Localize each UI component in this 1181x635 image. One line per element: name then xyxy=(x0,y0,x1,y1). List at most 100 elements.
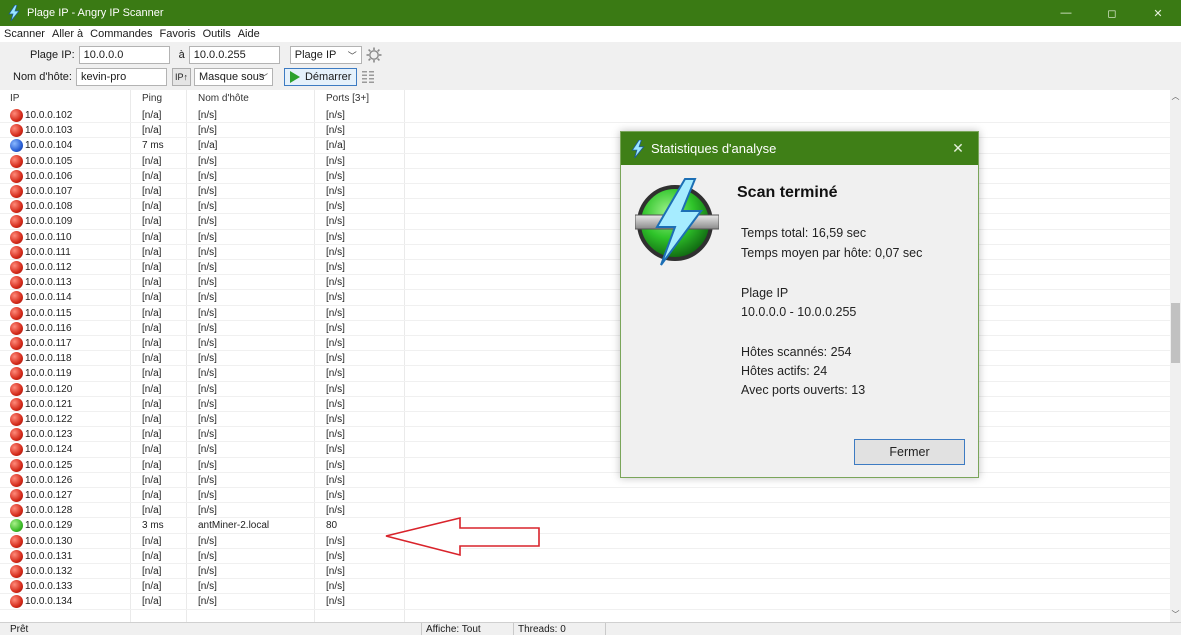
column-header-ping[interactable]: Ping xyxy=(130,93,186,104)
ip-text: 10.0.0.116 xyxy=(25,322,72,334)
ip-cell: 10.0.0.113 xyxy=(0,276,130,290)
vertical-scrollbar[interactable]: ︿ ﹀ xyxy=(1170,90,1181,622)
table-row[interactable]: 10.0.0.113 [n/a] [n/s] [n/s] xyxy=(0,275,1170,291)
chevron-down-icon[interactable]: ﹀ xyxy=(1170,610,1181,620)
table-row[interactable]: 10.0.0.102 [n/a] [n/s] [n/s] xyxy=(0,108,1170,124)
table-row[interactable]: 10.0.0.111 [n/a] [n/s] [n/s] xyxy=(0,245,1170,260)
table-row[interactable]: 10.0.0.133 [n/a] [n/s] [n/s] xyxy=(0,579,1170,595)
ip-cell: 10.0.0.123 xyxy=(0,428,130,442)
table-row[interactable]: 10.0.0.121 [n/a] [n/s] [n/s] xyxy=(0,397,1170,412)
chevron-up-icon[interactable]: ︿ xyxy=(1170,92,1181,102)
status-dot-icon xyxy=(10,321,23,335)
ip-text: 10.0.0.123 xyxy=(25,429,73,441)
ports-cell: [n/s] xyxy=(326,566,345,578)
ip-cell: 10.0.0.111 xyxy=(0,245,130,259)
start-button[interactable]: Démarrer xyxy=(283,68,358,86)
close-button[interactable]: Fermer xyxy=(854,439,965,465)
ports-cell: [n/s] xyxy=(326,216,345,228)
table-row[interactable]: 10.0.0.108 [n/a] [n/s] [n/s] xyxy=(0,199,1170,215)
table-row[interactable]: 10.0.0.110 [n/a] [n/s] [n/s] xyxy=(0,230,1170,245)
netmask-select-value: Masque sous xyxy=(198,71,265,83)
menu-goto[interactable]: Aller à xyxy=(48,28,86,40)
table-row[interactable]: 10.0.0.123 [n/a] [n/s] [n/s] xyxy=(0,427,1170,443)
table-row[interactable]: 10.0.0.105 [n/a] [n/s] [n/s] xyxy=(0,154,1170,169)
range-start-input[interactable] xyxy=(78,46,170,64)
table-row[interactable]: 10.0.0.129 3 ms antMiner-2.local 80 xyxy=(0,518,1170,534)
ports-cell: [n/s] xyxy=(326,353,345,365)
hostname-input[interactable] xyxy=(75,68,167,86)
feeder-select[interactable]: Plage IP ﹀ xyxy=(289,46,362,64)
table-row[interactable]: 10.0.0.132 [n/a] [n/s] [n/s] xyxy=(0,564,1170,580)
status-dot-icon xyxy=(10,458,23,472)
hostname-cell: [n/s] xyxy=(198,535,217,547)
ping-cell: [n/a] xyxy=(142,338,162,350)
range-end-input[interactable] xyxy=(188,46,280,64)
table-row[interactable]: 10.0.0.120 [n/a] [n/s] [n/s] xyxy=(0,382,1170,397)
ip-cell: 10.0.0.133 xyxy=(0,580,130,594)
ip-text: 10.0.0.105 xyxy=(25,155,73,167)
hostname-cell: [n/s] xyxy=(198,505,217,517)
ip-text: 10.0.0.112 xyxy=(25,262,72,274)
table-row[interactable]: 10.0.0.104 7 ms [n/a] [n/a] xyxy=(0,138,1170,154)
table-row[interactable]: 10.0.0.130 [n/a] [n/s] [n/s] xyxy=(0,534,1170,549)
table-row[interactable]: 10.0.0.128 [n/a] [n/s] [n/s] xyxy=(0,503,1170,519)
hosts-open-ports-text: Avec ports ouverts: 13 xyxy=(741,383,866,397)
table-row[interactable]: 10.0.0.115 [n/a] [n/s] [n/s] xyxy=(0,306,1170,321)
ping-cell: [n/a] xyxy=(142,186,162,198)
ports-cell: [n/s] xyxy=(326,322,345,334)
maximize-button[interactable]: ◻ xyxy=(1089,0,1135,26)
hostname-row: Nom d'hôte: IP↑ Masque sous ﹀ Démarrer xyxy=(0,66,375,88)
table-row[interactable]: 10.0.0.116 [n/a] [n/s] [n/s] xyxy=(0,321,1170,336)
table-row[interactable]: 10.0.0.131 [n/a] [n/s] [n/s] xyxy=(0,549,1170,564)
chevron-down-icon: ﹀ xyxy=(347,51,357,61)
table-row[interactable]: 10.0.0.119 [n/a] [n/s] [n/s] xyxy=(0,366,1170,382)
ports-cell: [n/s] xyxy=(326,231,345,243)
window-title: Plage IP - Angry IP Scanner xyxy=(27,7,164,19)
table-row[interactable]: 10.0.0.124 [n/a] [n/s] [n/s] xyxy=(0,442,1170,458)
table-row[interactable]: 10.0.0.103 [n/a] [n/s] [n/s] xyxy=(0,123,1170,139)
ip-cell: 10.0.0.107 xyxy=(0,185,130,199)
menu-scanner[interactable]: Scanner xyxy=(0,28,48,40)
ip-cell: 10.0.0.121 xyxy=(0,397,130,411)
table-row[interactable]: 10.0.0.106 [n/a] [n/s] [n/s] xyxy=(0,169,1170,184)
table-row[interactable]: 10.0.0.126 [n/a] [n/s] [n/s] xyxy=(0,473,1170,488)
ip-up-button[interactable]: IP↑ xyxy=(171,68,191,86)
menu-tools[interactable]: Outils xyxy=(199,28,234,40)
table-row[interactable]: 10.0.0.112 [n/a] [n/s] [n/s] xyxy=(0,260,1170,276)
status-dot-icon xyxy=(10,473,23,487)
ping-cell: [n/a] xyxy=(142,170,162,182)
table-row[interactable]: 10.0.0.107 [n/a] [n/s] [n/s] xyxy=(0,184,1170,200)
netmask-select[interactable]: Masque sous ﹀ xyxy=(193,68,273,86)
table-row[interactable]: 10.0.0.122 [n/a] [n/s] [n/s] xyxy=(0,412,1170,428)
close-icon[interactable]: ✕ xyxy=(938,140,978,157)
table-row[interactable]: 10.0.0.109 [n/a] [n/s] [n/s] xyxy=(0,214,1170,230)
column-header-ip[interactable]: IP xyxy=(0,93,130,104)
gear-icon[interactable] xyxy=(366,47,382,63)
ip-text: 10.0.0.129 xyxy=(25,520,73,532)
menu-favorites[interactable]: Favoris xyxy=(156,28,199,40)
columns-icon[interactable] xyxy=(361,70,375,84)
ping-cell: [n/a] xyxy=(142,307,162,319)
close-window-button[interactable]: ✕ xyxy=(1135,0,1181,26)
table-row[interactable]: 10.0.0.125 [n/a] [n/s] [n/s] xyxy=(0,458,1170,473)
ip-cell: 10.0.0.117 xyxy=(0,337,130,351)
ports-cell: [n/s] xyxy=(326,581,345,593)
column-header-hostname[interactable]: Nom d'hôte xyxy=(186,93,314,104)
status-dot-icon xyxy=(10,534,23,548)
ports-cell: [n/s] xyxy=(326,596,345,608)
menu-help[interactable]: Aide xyxy=(234,28,263,40)
table-row[interactable]: 10.0.0.127 [n/a] [n/s] [n/s] xyxy=(0,488,1170,504)
column-header-ports[interactable]: Ports [3+] xyxy=(314,93,394,104)
minimize-button[interactable]: — xyxy=(1043,0,1089,26)
ports-cell: [n/s] xyxy=(326,474,345,486)
ip-text: 10.0.0.114 xyxy=(25,292,72,304)
table-row[interactable]: 10.0.0.114 [n/a] [n/s] [n/s] xyxy=(0,290,1170,306)
status-bar: Prêt Affiche: Tout Threads: 0 xyxy=(0,622,1181,635)
table-row[interactable]: 10.0.0.117 [n/a] [n/s] [n/s] xyxy=(0,336,1170,352)
table-row[interactable]: 10.0.0.118 [n/a] [n/s] [n/s] xyxy=(0,351,1170,367)
menu-commands[interactable]: Commandes xyxy=(86,28,155,40)
hostname-cell: [n/s] xyxy=(198,277,217,289)
scrollbar-thumb[interactable] xyxy=(1171,303,1180,363)
ip-text: 10.0.0.128 xyxy=(25,505,73,517)
table-row[interactable]: 10.0.0.134 [n/a] [n/s] [n/s] xyxy=(0,594,1170,610)
